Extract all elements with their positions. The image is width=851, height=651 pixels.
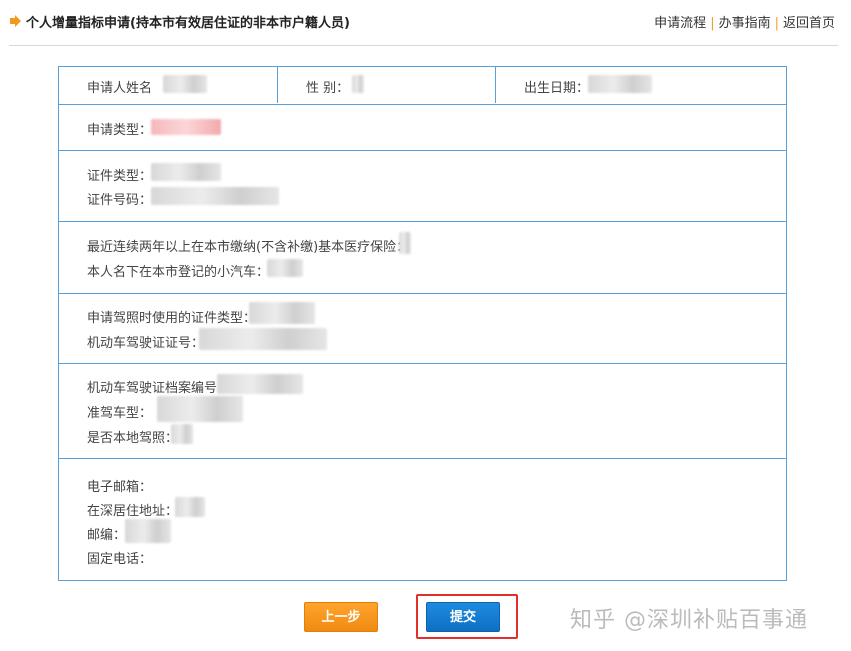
field-address: 在深居住地址： — [87, 500, 178, 519]
section-license-info: 申请驾照时使用的证件类型： 机动车驾驶证证号： — [59, 294, 786, 364]
redacted-value — [267, 259, 303, 277]
field-license-id-type: 申请驾照时使用的证件类型： — [87, 307, 256, 326]
address-label: 在深居住地址： — [87, 504, 179, 519]
link-process[interactable]: 申请流程 — [654, 16, 706, 31]
id-type-label: 证件类型： — [87, 169, 153, 184]
application-type-label: 申请类型： — [87, 123, 153, 138]
gender-label: 性 别： — [306, 81, 350, 96]
redacted-value — [588, 75, 652, 93]
field-application-type: 申请类型： — [87, 119, 152, 138]
field-vehicle-class: 准驾车型： — [87, 402, 152, 421]
car-label: 本人名下在本市登记的小汽车： — [87, 265, 270, 280]
application-summary-form: 申请人姓名 性 别： 出生日期： 申请类型： 证件类型： 证件号码： 最近连续两… — [58, 66, 787, 581]
phone-label: 固定电话： — [87, 552, 153, 567]
birthdate-label: 出生日期： — [524, 81, 590, 96]
link-home[interactable]: 返回首页 — [783, 16, 835, 31]
watermark: 知乎 @深圳补贴百事通 — [570, 608, 808, 633]
redacted-value — [399, 232, 411, 254]
redacted-value — [157, 396, 243, 422]
arrow-right-icon — [10, 15, 21, 27]
previous-step-button[interactable]: 上一步 — [304, 602, 378, 632]
id-number-label: 证件号码： — [87, 193, 153, 208]
postcode-label: 邮编： — [87, 528, 127, 543]
field-gender: 性 别： — [306, 77, 349, 96]
insurance-label: 最近连续两年以上在本市缴纳(不含补缴)基本医疗保险： — [87, 240, 410, 255]
section-insurance-car: 最近连续两年以上在本市缴纳(不含补缴)基本医疗保险： 本人名下在本市登记的小汽车… — [59, 222, 786, 294]
field-license-file: 机动车驾驶证档案编号： — [87, 377, 230, 396]
link-separator: | — [710, 16, 715, 31]
redacted-value — [163, 75, 207, 93]
field-local-license: 是否本地驾照： — [87, 427, 178, 446]
field-birthdate: 出生日期： — [524, 77, 589, 96]
link-guide[interactable]: 办事指南 — [719, 16, 771, 31]
redacted-value — [171, 424, 193, 444]
redacted-value — [199, 328, 327, 350]
field-postcode: 邮编： — [87, 524, 126, 543]
field-email: 电子邮箱： — [87, 476, 152, 495]
field-name: 申请人姓名 — [87, 77, 152, 96]
license-number-label: 机动车驾驶证证号： — [87, 336, 205, 351]
section-basic-info: 申请人姓名 性 别： 出生日期： — [59, 67, 786, 105]
field-phone: 固定电话： — [87, 548, 152, 567]
cell-name: 申请人姓名 — [59, 67, 278, 103]
section-application-type: 申请类型： — [59, 105, 786, 151]
name-label: 申请人姓名 — [87, 81, 153, 96]
local-license-label: 是否本地驾照： — [87, 431, 179, 446]
section-contact-info: 电子邮箱： 在深居住地址： 邮编： 固定电话： — [59, 459, 786, 580]
redacted-value — [249, 302, 315, 324]
header-bar: 个人增量指标申请(持本市有效居住证的非本市户籍人员) 申请流程 | 办事指南 | 返回首… — [0, 0, 851, 46]
redacted-value — [352, 75, 364, 93]
license-file-label: 机动车驾驶证档案编号： — [87, 381, 231, 396]
redacted-value — [151, 119, 221, 135]
header-links: 申请流程 | 办事指南 | 返回首页 — [654, 12, 835, 31]
redacted-value — [175, 497, 205, 517]
redacted-value — [151, 187, 279, 205]
field-license-number: 机动车驾驶证证号： — [87, 332, 204, 351]
cell-birthdate: 出生日期： — [496, 67, 786, 103]
email-label: 电子邮箱： — [87, 480, 153, 495]
page-title: 个人增量指标申请(持本市有效居住证的非本市户籍人员) — [26, 16, 350, 31]
redacted-value — [217, 374, 303, 394]
redacted-value — [151, 163, 221, 181]
field-insurance: 最近连续两年以上在本市缴纳(不含补缴)基本医疗保险： — [87, 236, 409, 255]
header-divider — [9, 45, 838, 46]
section-license-details: 机动车驾驶证档案编号： 准驾车型： 是否本地驾照： — [59, 364, 786, 459]
license-id-type-label: 申请驾照时使用的证件类型： — [87, 311, 257, 326]
cell-gender: 性 别： — [278, 67, 496, 103]
link-separator: | — [774, 16, 779, 31]
redacted-value — [125, 519, 171, 543]
section-id-info: 证件类型： 证件号码： — [59, 151, 786, 222]
submit-button[interactable]: 提交 — [426, 602, 500, 632]
vehicle-class-label: 准驾车型： — [87, 406, 153, 421]
field-id-number: 证件号码： — [87, 189, 152, 208]
field-id-type: 证件类型： — [87, 165, 152, 184]
field-car: 本人名下在本市登记的小汽车： — [87, 261, 269, 280]
